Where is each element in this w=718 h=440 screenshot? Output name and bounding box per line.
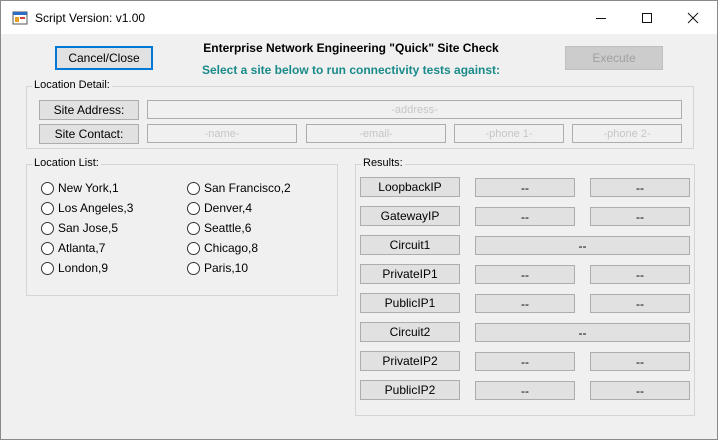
contact-phone1-field[interactable]: -phone 1- bbox=[454, 124, 564, 143]
radio-location-7[interactable]: Atlanta,7 bbox=[41, 241, 105, 255]
radio-button-icon[interactable] bbox=[41, 241, 54, 255]
public-ip2-value-1: -- bbox=[475, 381, 575, 400]
close-icon[interactable] bbox=[670, 1, 716, 34]
radio-button-icon[interactable] bbox=[187, 261, 200, 275]
radio-location-5[interactable]: San Jose,5 bbox=[41, 221, 118, 235]
contact-phone2-field[interactable]: -phone 2- bbox=[572, 124, 682, 143]
circuit2-button[interactable]: Circuit2 bbox=[360, 322, 460, 342]
location-detail-label: Location Detail: bbox=[32, 79, 112, 91]
contact-email-field[interactable]: -email- bbox=[306, 124, 446, 143]
radio-location-4[interactable]: Denver,4 bbox=[187, 201, 252, 215]
private-ip2-value-1: -- bbox=[475, 352, 575, 371]
title-bar[interactable]: Script Version: v1.00 bbox=[1, 1, 717, 34]
execute-button[interactable]: Execute bbox=[565, 46, 663, 70]
radio-location-2[interactable]: San Francisco,2 bbox=[187, 181, 291, 195]
public-ip1-value-1: -- bbox=[475, 294, 575, 313]
site-contact-button[interactable]: Site Contact: bbox=[39, 124, 139, 144]
gateway-ip-button[interactable]: GatewayIP bbox=[360, 206, 460, 226]
public-ip2-button[interactable]: PublicIP2 bbox=[360, 380, 460, 400]
radio-button-icon[interactable] bbox=[41, 221, 54, 235]
contact-name-field[interactable]: -name- bbox=[147, 124, 297, 143]
cancel-close-button[interactable]: Cancel/Close bbox=[55, 46, 153, 70]
page-subtitle: Select a site below to run connectivity … bbox=[201, 63, 501, 77]
address-field[interactable]: -address- bbox=[147, 100, 682, 119]
radio-location-6[interactable]: Seattle,6 bbox=[187, 221, 251, 235]
gateway-ip-value-1: -- bbox=[475, 207, 575, 226]
circuit1-value: -- bbox=[475, 236, 690, 255]
private-ip1-value-2: -- bbox=[590, 265, 690, 284]
location-list-label: Location List: bbox=[32, 157, 101, 169]
page-title: Enterprise Network Engineering "Quick" S… bbox=[203, 41, 499, 55]
radio-button-icon[interactable] bbox=[41, 181, 54, 195]
radio-location-1[interactable]: New York,1 bbox=[41, 181, 119, 195]
circuit1-button[interactable]: Circuit1 bbox=[360, 235, 460, 255]
window-title: Script Version: v1.00 bbox=[35, 11, 146, 25]
private-ip1-value-1: -- bbox=[475, 265, 575, 284]
private-ip1-button[interactable]: PrivateIP1 bbox=[360, 264, 460, 284]
site-address-button[interactable]: Site Address: bbox=[39, 100, 139, 120]
loopback-ip-button[interactable]: LoopbackIP bbox=[360, 177, 460, 197]
radio-location-8[interactable]: Chicago,8 bbox=[187, 241, 258, 255]
maximize-icon[interactable] bbox=[624, 1, 670, 34]
radio-button-icon[interactable] bbox=[41, 261, 54, 275]
circuit2-value: -- bbox=[475, 323, 690, 342]
radio-location-10[interactable]: Paris,10 bbox=[187, 261, 248, 275]
results-group bbox=[355, 164, 695, 416]
radio-button-icon[interactable] bbox=[187, 181, 200, 195]
radio-location-3[interactable]: Los Angeles,3 bbox=[41, 201, 133, 215]
private-ip2-button[interactable]: PrivateIP2 bbox=[360, 351, 460, 371]
radio-button-icon[interactable] bbox=[41, 201, 54, 215]
app-icon bbox=[12, 10, 28, 26]
radio-button-icon[interactable] bbox=[187, 241, 200, 255]
radio-location-9[interactable]: London,9 bbox=[41, 261, 108, 275]
gateway-ip-value-2: -- bbox=[590, 207, 690, 226]
minimize-icon[interactable] bbox=[578, 1, 624, 34]
public-ip1-value-2: -- bbox=[590, 294, 690, 313]
radio-button-icon[interactable] bbox=[187, 201, 200, 215]
loopback-ip-value-1: -- bbox=[475, 178, 575, 197]
radio-button-icon[interactable] bbox=[187, 221, 200, 235]
main-window: Script Version: v1.00 Cancel/Close Execu… bbox=[0, 0, 718, 440]
public-ip1-button[interactable]: PublicIP1 bbox=[360, 293, 460, 313]
private-ip2-value-2: -- bbox=[590, 352, 690, 371]
public-ip2-value-2: -- bbox=[590, 381, 690, 400]
loopback-ip-value-2: -- bbox=[590, 178, 690, 197]
results-label: Results: bbox=[361, 157, 405, 169]
